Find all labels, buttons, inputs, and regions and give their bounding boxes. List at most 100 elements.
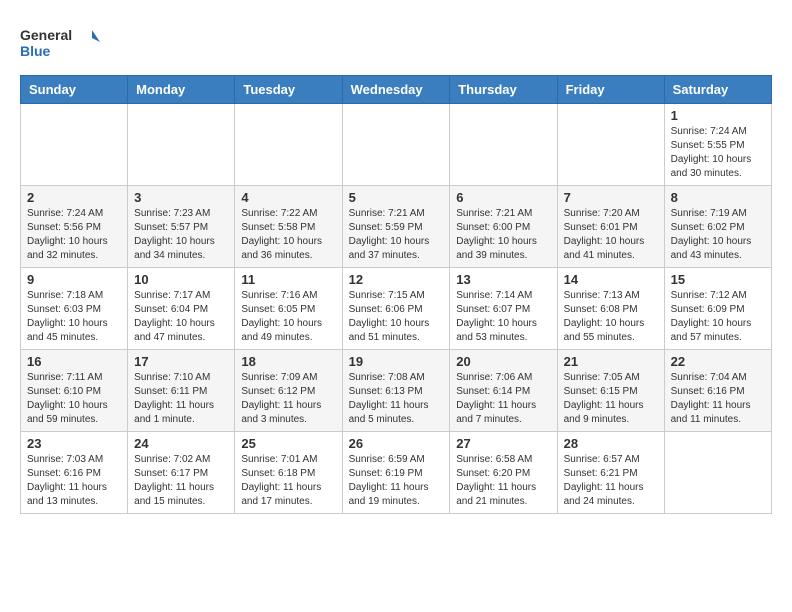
day-number: 23 [27,436,121,451]
day-number: 2 [27,190,121,205]
calendar-cell: 10Sunrise: 7:17 AM Sunset: 6:04 PM Dayli… [128,268,235,350]
day-info: Sunrise: 7:16 AM Sunset: 6:05 PM Dayligh… [241,289,335,345]
calendar-cell: 15 Sunrise: 7:12 AM Sunset: 6:09 PM Dayli… [664,268,771,350]
calendar-cell: 28Sunrise: 6:57 AM Sunset: 6:21 PM Dayli… [557,432,664,514]
day-info: Sunrise: 7:08 AM Sunset: 6:13 PM Dayligh… [349,371,444,427]
calendar-week-row: 1 Sunrise: 7:24 AM Sunset: 5:55 PM Daylig… [21,104,772,186]
day-number: 25 [241,436,335,451]
day-info: Sunrise: 7:13 AM Sunset: 6:08 PM Dayligh… [564,289,658,345]
calendar-cell [342,104,450,186]
weekday-header-sunday: Sunday [21,76,128,104]
day-info: Sunrise: 7:24 AM Sunset: 5:56 PM Dayligh… [27,207,121,263]
day-info: Sunrise: 7:14 AM Sunset: 6:07 PM Dayligh… [456,289,550,345]
calendar-cell: 13 Sunrise: 7:14 AM Sunset: 6:07 PM Dayli… [450,268,557,350]
calendar-cell: 2 Sunrise: 7:24 AM Sunset: 5:56 PM Daylig… [21,186,128,268]
day-number: 9 [27,272,121,287]
day-number: 24 [134,436,228,451]
day-info: Sunrise: 7:17 AM Sunset: 6:04 PM Dayligh… [134,289,228,345]
calendar-cell: 20 Sunrise: 7:06 AM Sunset: 6:14 PM Dayli… [450,350,557,432]
day-number: 5 [349,190,444,205]
day-info: Sunrise: 7:19 AM Sunset: 6:02 PM Dayligh… [671,207,765,263]
calendar-cell: 22Sunrise: 7:04 AM Sunset: 6:16 PM Dayli… [664,350,771,432]
calendar-cell: 18 Sunrise: 7:09 AM Sunset: 6:12 PM Dayli… [235,350,342,432]
calendar-week-row: 16Sunrise: 7:11 AM Sunset: 6:10 PM Dayli… [21,350,772,432]
day-info: Sunrise: 7:10 AM Sunset: 6:11 PM Dayligh… [134,371,228,427]
day-number: 3 [134,190,228,205]
weekday-header-saturday: Saturday [664,76,771,104]
day-number: 15 [671,272,765,287]
day-info: Sunrise: 6:59 AM Sunset: 6:19 PM Dayligh… [349,453,444,509]
calendar-cell: 14 Sunrise: 7:13 AM Sunset: 6:08 PM Dayli… [557,268,664,350]
day-number: 4 [241,190,335,205]
svg-text:General: General [20,27,72,43]
day-info: Sunrise: 7:12 AM Sunset: 6:09 PM Dayligh… [671,289,765,345]
calendar-cell: 27 Sunrise: 6:58 AM Sunset: 6:20 PM Dayli… [450,432,557,514]
weekday-header-wednesday: Wednesday [342,76,450,104]
day-number: 20 [456,354,550,369]
day-info: Sunrise: 7:09 AM Sunset: 6:12 PM Dayligh… [241,371,335,427]
calendar-cell: 7 Sunrise: 7:20 AM Sunset: 6:01 PM Daylig… [557,186,664,268]
calendar-cell: 19 Sunrise: 7:08 AM Sunset: 6:13 PM Dayli… [342,350,450,432]
calendar-cell: 24 Sunrise: 7:02 AM Sunset: 6:17 PM Dayli… [128,432,235,514]
calendar-cell: 26 Sunrise: 6:59 AM Sunset: 6:19 PM Dayli… [342,432,450,514]
day-number: 27 [456,436,550,451]
day-info: Sunrise: 7:21 AM Sunset: 6:00 PM Dayligh… [456,207,550,263]
day-number: 6 [456,190,550,205]
calendar-cell: 4 Sunrise: 7:22 AM Sunset: 5:58 PM Daylig… [235,186,342,268]
day-number: 19 [349,354,444,369]
calendar-cell [128,104,235,186]
calendar-cell: 16Sunrise: 7:11 AM Sunset: 6:10 PM Dayli… [21,350,128,432]
calendar-cell: 21 Sunrise: 7:05 AM Sunset: 6:15 PM Dayli… [557,350,664,432]
day-info: Sunrise: 7:06 AM Sunset: 6:14 PM Dayligh… [456,371,550,427]
calendar-cell: 17Sunrise: 7:10 AM Sunset: 6:11 PM Dayli… [128,350,235,432]
calendar-cell [235,104,342,186]
day-info: Sunrise: 7:02 AM Sunset: 6:17 PM Dayligh… [134,453,228,509]
day-info: Sunrise: 6:58 AM Sunset: 6:20 PM Dayligh… [456,453,550,509]
day-info: Sunrise: 7:11 AM Sunset: 6:10 PM Dayligh… [27,371,121,427]
day-info: Sunrise: 7:21 AM Sunset: 5:59 PM Dayligh… [349,207,444,263]
day-info: Sunrise: 7:24 AM Sunset: 5:55 PM Dayligh… [671,125,765,181]
calendar-cell [557,104,664,186]
calendar-cell: 5 Sunrise: 7:21 AM Sunset: 5:59 PM Daylig… [342,186,450,268]
calendar-week-row: 23 Sunrise: 7:03 AM Sunset: 6:16 PM Dayli… [21,432,772,514]
day-number: 21 [564,354,658,369]
weekday-header-monday: Monday [128,76,235,104]
day-number: 12 [349,272,444,287]
day-info: Sunrise: 7:22 AM Sunset: 5:58 PM Dayligh… [241,207,335,263]
calendar-cell: 12 Sunrise: 7:15 AM Sunset: 6:06 PM Dayli… [342,268,450,350]
calendar-week-row: 2 Sunrise: 7:24 AM Sunset: 5:56 PM Daylig… [21,186,772,268]
day-info: Sunrise: 7:18 AM Sunset: 6:03 PM Dayligh… [27,289,121,345]
calendar-cell [450,104,557,186]
day-info: Sunrise: 7:05 AM Sunset: 6:15 PM Dayligh… [564,371,658,427]
svg-text:Blue: Blue [20,43,51,59]
calendar-cell: 6 Sunrise: 7:21 AM Sunset: 6:00 PM Daylig… [450,186,557,268]
calendar-cell: 3 Sunrise: 7:23 AM Sunset: 5:57 PM Daylig… [128,186,235,268]
day-number: 8 [671,190,765,205]
day-number: 13 [456,272,550,287]
day-info: Sunrise: 7:01 AM Sunset: 6:18 PM Dayligh… [241,453,335,509]
calendar-cell: 1 Sunrise: 7:24 AM Sunset: 5:55 PM Daylig… [664,104,771,186]
calendar-cell: 9 Sunrise: 7:18 AM Sunset: 6:03 PM Daylig… [21,268,128,350]
day-info: Sunrise: 7:03 AM Sunset: 6:16 PM Dayligh… [27,453,121,509]
calendar-cell: 8 Sunrise: 7:19 AM Sunset: 6:02 PM Daylig… [664,186,771,268]
calendar-week-row: 9 Sunrise: 7:18 AM Sunset: 6:03 PM Daylig… [21,268,772,350]
day-number: 14 [564,272,658,287]
day-info: Sunrise: 7:20 AM Sunset: 6:01 PM Dayligh… [564,207,658,263]
calendar-cell: 23 Sunrise: 7:03 AM Sunset: 6:16 PM Dayli… [21,432,128,514]
calendar-header-row: SundayMondayTuesdayWednesdayThursdayFrid… [21,76,772,104]
day-number: 28 [564,436,658,451]
day-number: 26 [349,436,444,451]
day-number: 1 [671,108,765,123]
day-number: 18 [241,354,335,369]
day-number: 22 [671,354,765,369]
day-info: Sunrise: 7:15 AM Sunset: 6:06 PM Dayligh… [349,289,444,345]
weekday-header-thursday: Thursday [450,76,557,104]
day-number: 7 [564,190,658,205]
day-info: Sunrise: 7:23 AM Sunset: 5:57 PM Dayligh… [134,207,228,263]
calendar-cell: 25 Sunrise: 7:01 AM Sunset: 6:18 PM Dayli… [235,432,342,514]
calendar-cell [664,432,771,514]
calendar-cell [21,104,128,186]
logo-svg: General Blue [20,20,100,65]
weekday-header-friday: Friday [557,76,664,104]
calendar-cell: 11Sunrise: 7:16 AM Sunset: 6:05 PM Dayli… [235,268,342,350]
